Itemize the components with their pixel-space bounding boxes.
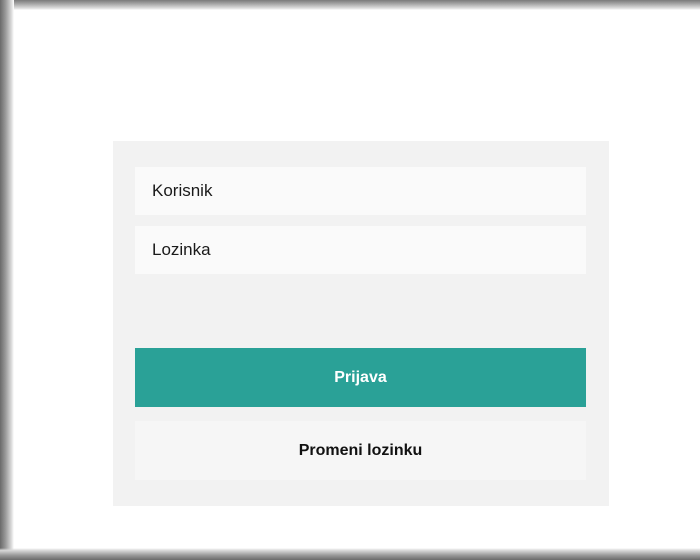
- window-shadow-left: [0, 0, 14, 560]
- login-button[interactable]: Prijava: [135, 348, 586, 407]
- login-form: Prijava Promeni lozinku: [113, 141, 609, 506]
- app-window: Prijava Promeni lozinku: [0, 0, 700, 560]
- change-password-button[interactable]: Promeni lozinku: [135, 421, 586, 480]
- window-shadow-bottom: [0, 548, 700, 560]
- username-input[interactable]: [135, 167, 586, 215]
- window-shadow-top: [0, 0, 700, 10]
- password-input[interactable]: [135, 226, 586, 274]
